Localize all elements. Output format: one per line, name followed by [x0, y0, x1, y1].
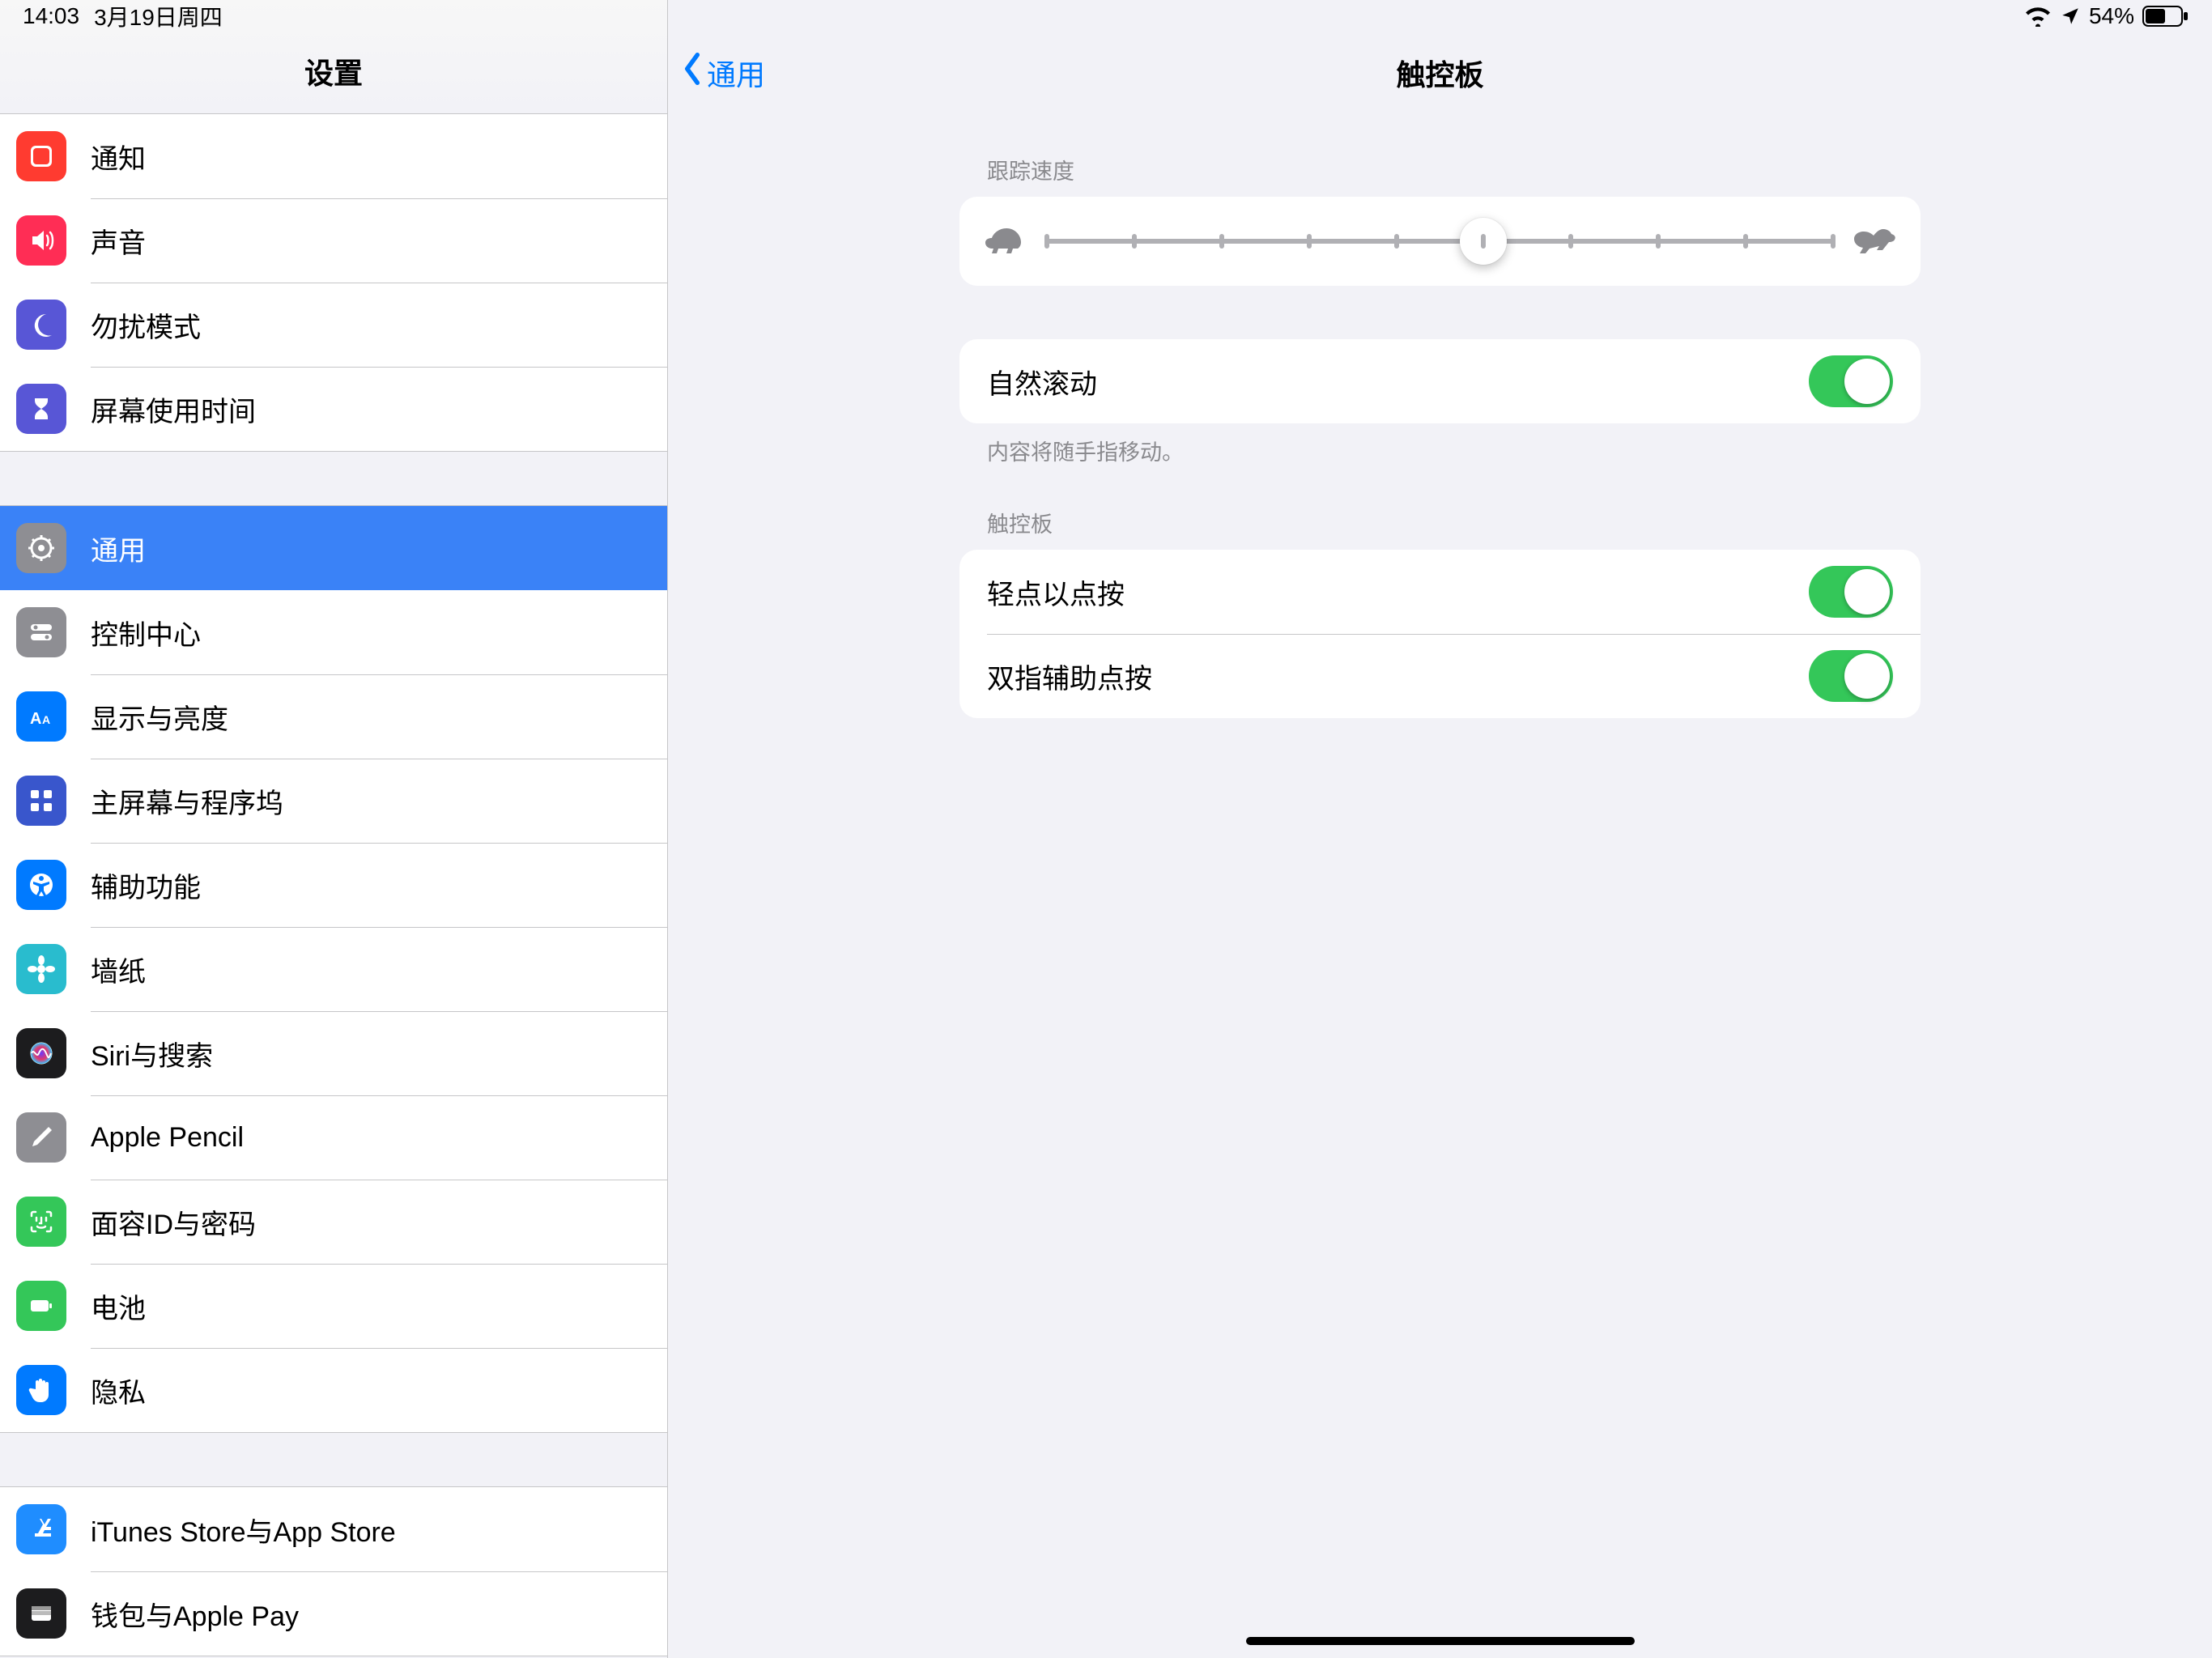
appstore-icon — [16, 1504, 66, 1554]
gear-icon — [16, 523, 66, 573]
sidebar-item-label: 面容ID与密码 — [91, 1202, 256, 1242]
sidebar-item-sounds[interactable]: 声音 — [0, 198, 667, 283]
bell-square-icon — [16, 131, 66, 181]
sidebar-item-privacy[interactable]: 隐私 — [0, 1348, 667, 1432]
flower-icon — [16, 944, 66, 994]
sidebar-item-controlcenter[interactable]: 控制中心 — [0, 590, 667, 674]
trackpad-section-header: 触控板 — [987, 507, 1921, 538]
sidebar-item-label: 声音 — [91, 221, 146, 261]
back-button[interactable]: 通用 — [681, 51, 765, 94]
sidebar-item-display[interactable]: 显示与亮度 — [0, 674, 667, 759]
back-label: 通用 — [707, 52, 765, 94]
natural-scroll-row[interactable]: 自然滚动 — [959, 339, 1921, 423]
sidebar-item-wallet[interactable]: 钱包与Apple Pay — [0, 1571, 667, 1656]
tracking-speed-slider[interactable] — [1047, 217, 1833, 266]
settings-sidebar: 设置 通知声音勿扰模式屏幕使用时间通用控制中心显示与亮度主屏幕与程序坞辅助功能墙… — [0, 0, 668, 1658]
detail-title: 触控板 — [668, 52, 2212, 94]
hare-icon — [1853, 226, 1896, 257]
wifi-icon — [2024, 6, 2052, 27]
tracking-speed-card — [959, 197, 1921, 286]
natural-scroll-card: 自然滚动 — [959, 339, 1921, 423]
switch-two-finger-sec[interactable] — [1809, 650, 1893, 702]
text-size-icon — [16, 691, 66, 742]
battery-icon — [2142, 6, 2189, 27]
sidebar-item-wallpaper[interactable]: 墙纸 — [0, 927, 667, 1011]
sidebar-item-label: 控制中心 — [91, 613, 201, 653]
status-date: 3月19日周四 — [94, 0, 223, 32]
location-icon — [2060, 6, 2081, 27]
sidebar-item-accessibility[interactable]: 辅助功能 — [0, 843, 667, 927]
sidebar-item-label: 屏幕使用时间 — [91, 389, 256, 429]
sidebar-item-label: Apple Pencil — [91, 1122, 244, 1154]
home-indicator — [1246, 1637, 1635, 1645]
wallet-icon — [16, 1588, 66, 1639]
sidebar-item-label: 钱包与Apple Pay — [91, 1594, 299, 1634]
row-label: 双指辅助点按 — [987, 657, 1152, 696]
sidebar-item-label: 通知 — [91, 137, 146, 176]
accessibility-icon — [16, 860, 66, 910]
sidebar-item-label: 主屏幕与程序坞 — [91, 781, 283, 821]
hand-icon — [16, 1365, 66, 1415]
sidebar-item-itunes[interactable]: iTunes Store与App Store — [0, 1487, 667, 1571]
natural-scroll-label: 自然滚动 — [987, 362, 1097, 402]
sidebar-item-notifications[interactable]: 通知 — [0, 114, 667, 198]
chevron-left-icon — [681, 51, 704, 94]
row-two-finger-sec[interactable]: 双指辅助点按 — [959, 634, 1921, 718]
sidebar-item-dnd[interactable]: 勿扰模式 — [0, 283, 667, 367]
pencil-icon — [16, 1112, 66, 1163]
switches-icon — [16, 607, 66, 657]
sidebar-item-label: 隐私 — [91, 1371, 146, 1410]
moon-icon — [16, 300, 66, 350]
sidebar-item-homescreen[interactable]: 主屏幕与程序坞 — [0, 759, 667, 843]
tracking-speed-header: 跟踪速度 — [987, 154, 1921, 185]
sidebar-item-label: Siri与搜索 — [91, 1034, 213, 1073]
sidebar-item-label: 墙纸 — [91, 950, 146, 989]
sidebar-item-label: iTunes Store与App Store — [91, 1510, 396, 1550]
sidebar-item-battery[interactable]: 电池 — [0, 1264, 667, 1348]
row-label: 轻点以点按 — [987, 572, 1125, 612]
hourglass-icon — [16, 384, 66, 434]
sidebar-item-screentime[interactable]: 屏幕使用时间 — [0, 367, 667, 451]
sidebar-item-label: 显示与亮度 — [91, 697, 228, 737]
sidebar-item-label: 勿扰模式 — [91, 305, 201, 345]
sidebar-item-label: 辅助功能 — [91, 865, 201, 905]
tortoise-icon — [984, 226, 1027, 257]
trackpad-card: 轻点以点按双指辅助点按 — [959, 550, 1921, 718]
sidebar-item-faceid[interactable]: 面容ID与密码 — [0, 1180, 667, 1264]
siri-icon — [16, 1028, 66, 1078]
sidebar-item-siri[interactable]: Siri与搜索 — [0, 1011, 667, 1095]
natural-scroll-footer: 内容将随手指移动。 — [987, 435, 1921, 466]
battery-icon — [16, 1281, 66, 1331]
switch-tap-to-click[interactable] — [1809, 566, 1893, 618]
row-tap-to-click[interactable]: 轻点以点按 — [959, 550, 1921, 634]
detail-pane: 通用 触控板 跟踪速度 — [668, 0, 2212, 1658]
status-time: 14:03 — [23, 3, 79, 29]
speaker-icon — [16, 215, 66, 266]
faceid-icon — [16, 1197, 66, 1247]
sidebar-item-pencil[interactable]: Apple Pencil — [0, 1095, 667, 1180]
sidebar-item-label: 电池 — [91, 1286, 146, 1326]
sidebar-item-general[interactable]: 通用 — [0, 506, 667, 590]
grid-icon — [16, 776, 66, 826]
natural-scroll-switch[interactable] — [1809, 355, 1893, 407]
sidebar-item-label: 通用 — [91, 529, 146, 568]
sidebar-title: 设置 — [304, 50, 363, 92]
status-bar: 14:03 3月19日周四 54% — [0, 0, 2212, 32]
battery-percentage: 54% — [2089, 3, 2134, 29]
